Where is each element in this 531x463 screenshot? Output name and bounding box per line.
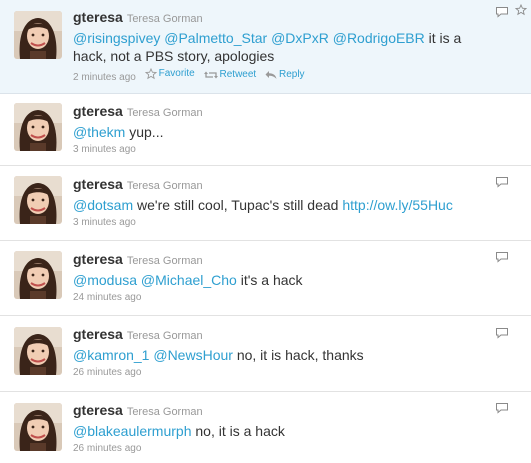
timestamp[interactable]: 26 minutes ago: [73, 367, 141, 378]
tweet-text: @thekm yup...: [73, 123, 497, 141]
avatar[interactable]: [14, 11, 62, 59]
tweet-text: @modusa @Michael_Cho it's a hack: [73, 271, 497, 289]
favorite-label: Favorite: [158, 68, 195, 79]
star-icon: [144, 68, 157, 80]
mention-link[interactable]: @dotsam: [73, 197, 133, 213]
reply-bubble-icon[interactable]: [495, 402, 509, 414]
mention-link[interactable]: @modusa: [73, 272, 137, 288]
mention-link[interactable]: @risingspivey: [73, 30, 160, 46]
reply-bubble-icon[interactable]: [495, 176, 509, 188]
full-name: Teresa Gorman: [126, 255, 203, 267]
full-name: Teresa Gorman: [126, 330, 203, 342]
url-link[interactable]: http://ow.ly/55Huc: [342, 197, 453, 213]
mention-link[interactable]: @Michael_Cho: [141, 272, 237, 288]
avatar[interactable]: [14, 403, 62, 451]
retweet-label: Retweet: [219, 69, 257, 80]
avatar[interactable]: [14, 103, 62, 151]
full-name: Teresa Gorman: [126, 406, 203, 418]
full-name: Teresa Gorman: [126, 13, 203, 25]
mention-link[interactable]: @blakeaulermurph: [73, 423, 192, 439]
username[interactable]: gteresa: [73, 176, 123, 192]
mention-link[interactable]: @NewsHour: [153, 347, 233, 363]
reply-arrow-icon: [265, 71, 277, 79]
tweet-text-fragment: it's a hack: [236, 272, 303, 288]
username[interactable]: gteresa: [73, 103, 123, 119]
reply-bubble-icon[interactable]: [495, 327, 509, 339]
tweet-text-fragment: hack, not a PBS story, apologies: [73, 48, 275, 64]
mention-link[interactable]: @DxPxR: [271, 30, 329, 46]
reply-bubble-icon[interactable]: [495, 6, 509, 18]
tweet-3[interactable]: gteresa Teresa Gorman @dotsam we're still…: [0, 166, 531, 241]
tweet-1[interactable]: gteresa Teresa Gorman @risingspivey @Palm…: [0, 0, 531, 94]
avatar[interactable]: [14, 176, 62, 224]
mention-link[interactable]: @Palmetto_Star: [164, 30, 267, 46]
username[interactable]: gteresa: [73, 326, 123, 342]
tweet-text-fragment: no, it is a hack: [191, 423, 285, 439]
username[interactable]: gteresa: [73, 9, 123, 25]
star-icon[interactable]: [515, 4, 527, 16]
retweet-icon: [203, 71, 218, 79]
retweet-action[interactable]: Retweet: [203, 68, 257, 82]
reply-action[interactable]: Reply: [265, 68, 305, 82]
tweet-text: @risingspivey @Palmetto_Star @DxPxR @Rod…: [73, 29, 497, 65]
username[interactable]: gteresa: [73, 402, 123, 418]
avatar[interactable]: [14, 251, 62, 299]
tweet-text-fragment: it is a: [424, 30, 462, 46]
timestamp[interactable]: 2 minutes ago: [73, 72, 136, 83]
full-name: Teresa Gorman: [126, 180, 203, 192]
full-name: Teresa Gorman: [126, 107, 203, 119]
avatar[interactable]: [14, 327, 62, 375]
tweet-2[interactable]: gteresa Teresa Gorman @thekm yup... 3 min…: [0, 94, 531, 166]
reply-bubble-icon[interactable]: [495, 251, 509, 263]
timestamp[interactable]: 26 minutes ago: [73, 443, 141, 454]
mention-link[interactable]: @RodrigoEBR: [333, 30, 425, 46]
mention-link[interactable]: @kamron_1: [73, 347, 149, 363]
tweet-text-fragment: yup...: [125, 124, 164, 140]
tweet-4[interactable]: gteresa Teresa Gorman @modusa @Michael_Ch…: [0, 241, 531, 316]
tweet-6[interactable]: gteresa Teresa Gorman @blakeaulermurph no…: [0, 392, 531, 463]
reply-label: Reply: [278, 69, 305, 80]
tweet-5[interactable]: gteresa Teresa Gorman @kamron_1 @NewsHour…: [0, 316, 531, 392]
timestamp[interactable]: 3 minutes ago: [73, 217, 136, 228]
tweet-text-fragment: no, it is hack, thanks: [232, 347, 364, 363]
favorite-action[interactable]: Favorite: [144, 67, 195, 81]
timestamp[interactable]: 3 minutes ago: [73, 144, 136, 155]
tweet-text: @kamron_1 @NewsHour no, it is hack, than…: [73, 346, 497, 364]
username[interactable]: gteresa: [73, 251, 123, 267]
mention-link[interactable]: @thekm: [73, 124, 125, 140]
tweet-text: @blakeaulermurph no, it is a hack: [73, 422, 497, 440]
tweet-text: @dotsam we're still cool, Tupac's still …: [73, 196, 497, 214]
timestamp[interactable]: 24 minutes ago: [73, 292, 141, 303]
tweet-text-fragment: we're still cool, Tupac's still dead: [133, 197, 343, 213]
